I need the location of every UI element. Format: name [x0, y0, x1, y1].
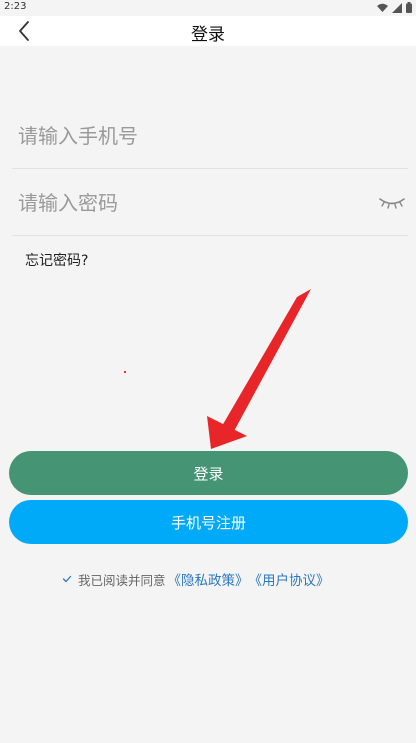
wifi-icon	[377, 3, 388, 12]
phone-register-button[interactable]: 手机号注册	[9, 500, 408, 544]
status-icons	[377, 2, 412, 13]
check-icon	[62, 575, 72, 583]
password-visibility-toggle[interactable]	[378, 193, 406, 213]
privacy-policy-link[interactable]: 《隐私政策》	[168, 569, 249, 589]
phone-row	[12, 104, 408, 169]
battery-icon	[406, 2, 412, 13]
agreement-checkbox[interactable]	[62, 574, 72, 584]
agreement-row: 我已阅读并同意 《隐私政策》 《用户协议》	[62, 569, 330, 589]
password-row	[12, 171, 408, 236]
user-agreement-link[interactable]: 《用户协议》	[249, 569, 330, 589]
eye-closed-icon	[379, 198, 405, 209]
agreement-text: 我已阅读并同意	[78, 572, 166, 588]
phone-input[interactable]	[12, 124, 364, 148]
page-title: 登录	[191, 25, 225, 45]
nav-bar: 登录	[0, 16, 416, 46]
red-dot-mark	[124, 371, 126, 373]
forgot-password-link[interactable]: 忘记密码?	[25, 250, 88, 270]
password-input[interactable]	[12, 191, 364, 215]
login-button[interactable]: 登录	[9, 451, 408, 495]
signal-icon	[392, 2, 402, 13]
status-time: 2:23	[4, 1, 27, 12]
status-bar: 2:23	[0, 0, 416, 16]
